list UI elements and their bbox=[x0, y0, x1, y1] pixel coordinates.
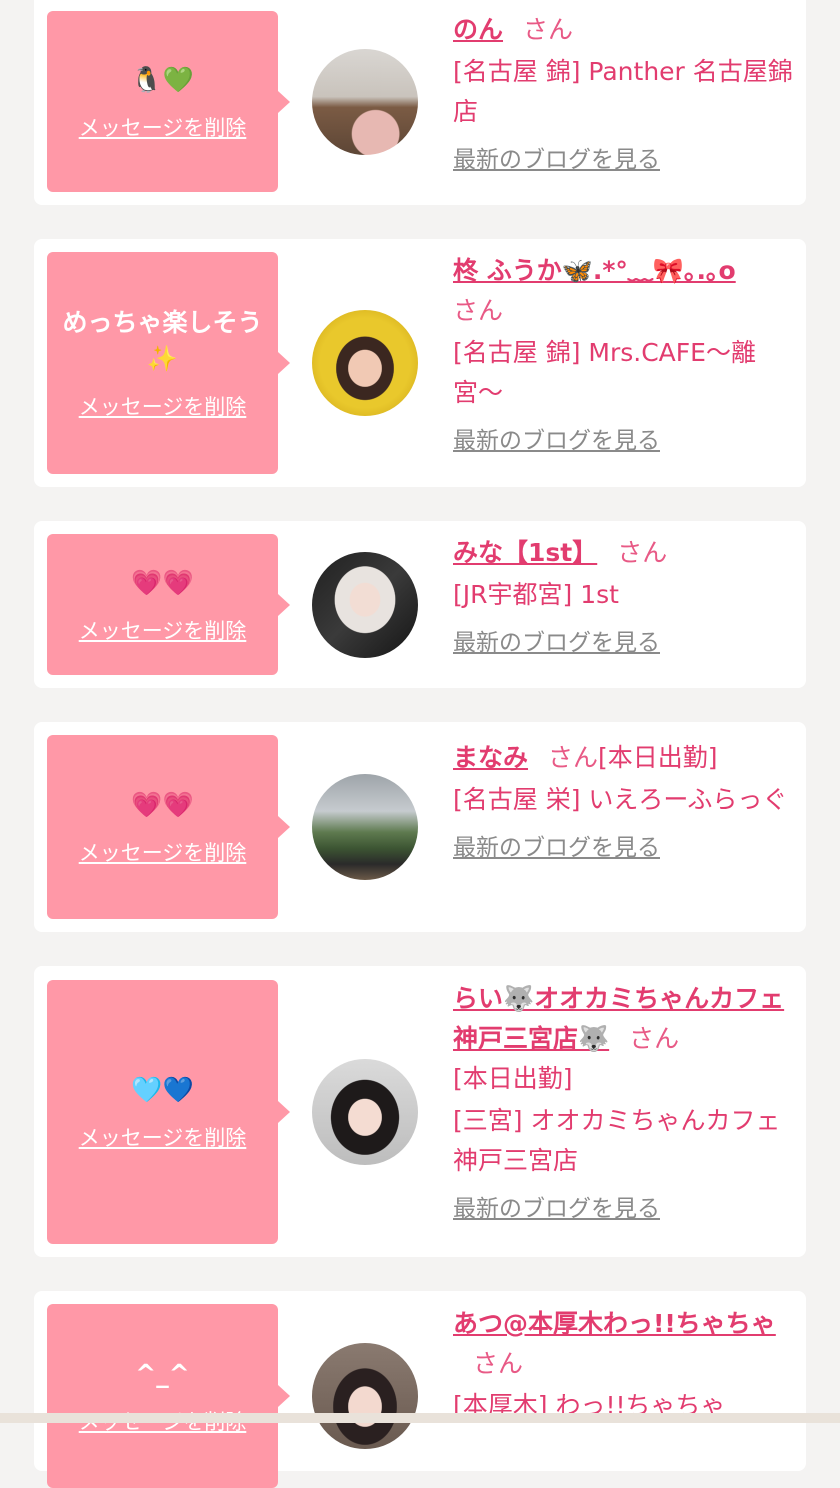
cast-name-link[interactable]: あつ@本厚木わっ!!ちゃちゃ bbox=[453, 1309, 776, 1338]
avatar[interactable] bbox=[312, 1343, 418, 1449]
favorite-card: 🩵💙 メッセージを削除 らい🐺オオカミちゃんカフェ神戸三宮店🐺 さん [本日出勤] … bbox=[34, 966, 806, 1257]
message-text: ^_^ bbox=[135, 1359, 190, 1388]
favorite-card: 💗💗 メッセージを削除 まなみ さん[本日出勤] [名古屋 栄] いえろーふらっぐ… bbox=[34, 722, 806, 932]
honorific: さん bbox=[473, 1349, 524, 1378]
shop-name: [三宮] オオカミちゃんカフェ神戸三宮店 bbox=[453, 1106, 781, 1175]
latest-blog-link[interactable]: 最新のブログを見る bbox=[453, 1194, 660, 1224]
message-text: めっちゃ楽しそう✨ bbox=[62, 308, 263, 373]
favorite-card: 💗💗 メッセージを削除 みな【1st】 さん [JR宇都宮] 1st 最新のブログ… bbox=[34, 521, 806, 688]
shop-name: [JR宇都宮] 1st bbox=[453, 580, 619, 609]
latest-blog-link[interactable]: 最新のブログを見る bbox=[453, 628, 660, 658]
cast-info: まなみ さん[本日出勤] [名古屋 栄] いえろーふらっぐ 最新のブログを見る bbox=[453, 738, 793, 863]
cast-name-link[interactable]: みな【1st】 bbox=[453, 538, 597, 567]
message-text: 💗💗 bbox=[131, 567, 194, 597]
cast-info: あつ@本厚木わっ!!ちゃちゃさん [本厚木] わっ!!ちゃちゃ bbox=[453, 1304, 793, 1426]
honorific: さん bbox=[523, 15, 574, 44]
cast-name-link[interactable]: のん bbox=[453, 15, 503, 44]
attendance-status: [本日出勤] bbox=[453, 1064, 573, 1093]
avatar[interactable] bbox=[312, 552, 418, 658]
delete-message-link[interactable]: メッセージを削除 bbox=[79, 112, 247, 142]
attendance-status: [本日出勤] bbox=[598, 743, 718, 772]
delete-message-link[interactable]: メッセージを削除 bbox=[79, 615, 247, 645]
cast-info: らい🐺オオカミちゃんカフェ神戸三宮店🐺 さん [本日出勤] [三宮] オオカミちゃん… bbox=[453, 979, 793, 1224]
delete-message-link[interactable]: メッセージを削除 bbox=[79, 1122, 247, 1152]
honorific: さん bbox=[453, 296, 504, 325]
message-bubble: 🩵💙 メッセージを削除 bbox=[47, 980, 290, 1244]
cast-name-link[interactable]: 柊 ふうか🦋.*°﹏🎀｡.｡o bbox=[453, 256, 736, 285]
avatar[interactable] bbox=[312, 49, 418, 155]
honorific: さん bbox=[617, 538, 668, 567]
cast-info: みな【1st】 さん [JR宇都宮] 1st 最新のブログを見る bbox=[453, 533, 793, 658]
shop-name: [名古屋 錦] Panther 名古屋錦店 bbox=[453, 57, 793, 126]
cast-name-link[interactable]: まなみ bbox=[453, 743, 528, 772]
avatar[interactable] bbox=[312, 1059, 418, 1165]
favorite-card: 🐧💚 メッセージを削除 のん さん [名古屋 錦] Panther 名古屋錦店 最… bbox=[34, 0, 806, 205]
message-bubble: 🐧💚 メッセージを削除 bbox=[47, 11, 290, 192]
shop-name: [名古屋 栄] いえろーふらっぐ bbox=[453, 785, 788, 814]
favorite-card: ^_^ メッセージを削除 あつ@本厚木わっ!!ちゃちゃさん [本厚木] わっ!!… bbox=[34, 1291, 806, 1488]
message-bubble: ^_^ メッセージを削除 bbox=[47, 1304, 290, 1488]
cast-name-link[interactable]: らい🐺オオカミちゃんカフェ神戸三宮店🐺 bbox=[453, 984, 784, 1053]
honorific: さん bbox=[548, 743, 599, 772]
message-bubble: めっちゃ楽しそう✨ メッセージを削除 bbox=[47, 252, 290, 474]
message-text: 🐧💚 bbox=[131, 64, 194, 94]
cast-info: 柊 ふうか🦋.*°﹏🎀｡.｡o さん [名古屋 錦] Mrs.CAFE〜離宮〜 最… bbox=[453, 251, 793, 456]
message-bubble: 💗💗 メッセージを削除 bbox=[47, 534, 290, 675]
avatar[interactable] bbox=[312, 310, 418, 416]
favorite-card: めっちゃ楽しそう✨ メッセージを削除 柊 ふうか🦋.*°﹏🎀｡.｡o さん [名古… bbox=[34, 239, 806, 487]
message-text: 💗💗 bbox=[131, 790, 194, 819]
avatar[interactable] bbox=[312, 774, 418, 880]
delete-message-link[interactable]: メッセージを削除 bbox=[79, 837, 247, 867]
bottom-edge bbox=[0, 1413, 840, 1423]
shop-name: [名古屋 錦] Mrs.CAFE〜離宮〜 bbox=[453, 338, 756, 407]
latest-blog-link[interactable]: 最新のブログを見る bbox=[453, 426, 660, 456]
cast-info: のん さん [名古屋 錦] Panther 名古屋錦店 最新のブログを見る bbox=[453, 10, 793, 175]
delete-message-link[interactable]: メッセージを削除 bbox=[79, 391, 247, 421]
message-text: 🩵💙 bbox=[131, 1075, 194, 1104]
latest-blog-link[interactable]: 最新のブログを見る bbox=[453, 145, 660, 175]
honorific: さん bbox=[629, 1024, 680, 1053]
latest-blog-link[interactable]: 最新のブログを見る bbox=[453, 833, 660, 863]
message-bubble: 💗💗 メッセージを削除 bbox=[47, 735, 290, 919]
